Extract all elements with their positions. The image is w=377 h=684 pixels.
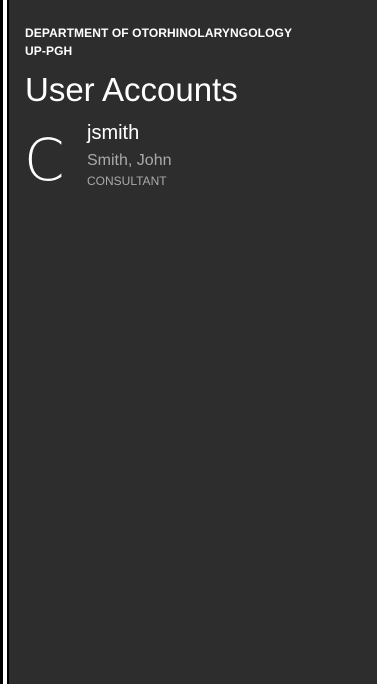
department-header: DEPARTMENT OF OTORHINOLARYNGOLOGY UP-PGH [25, 24, 292, 60]
user-username: jsmith [87, 122, 140, 144]
user-role: CONSULTANT [87, 174, 167, 188]
department-unit: UP-PGH [25, 44, 73, 58]
user-role-initial: C [24, 126, 65, 194]
user-full-name: Smith, John [87, 152, 172, 169]
left-edge-stripe [3, 0, 7, 684]
user-accounts-panel: DEPARTMENT OF OTORHINOLARYNGOLOGY UP-PGH… [9, 0, 377, 684]
page-title: User Accounts [25, 71, 238, 108]
department-name: DEPARTMENT OF OTORHINOLARYNGOLOGY [25, 26, 293, 40]
app-window: DEPARTMENT OF OTORHINOLARYNGOLOGY UP-PGH… [0, 0, 377, 684]
user-list-item[interactable]: C jsmith Smith, John CONSULTANT [19, 118, 359, 198]
